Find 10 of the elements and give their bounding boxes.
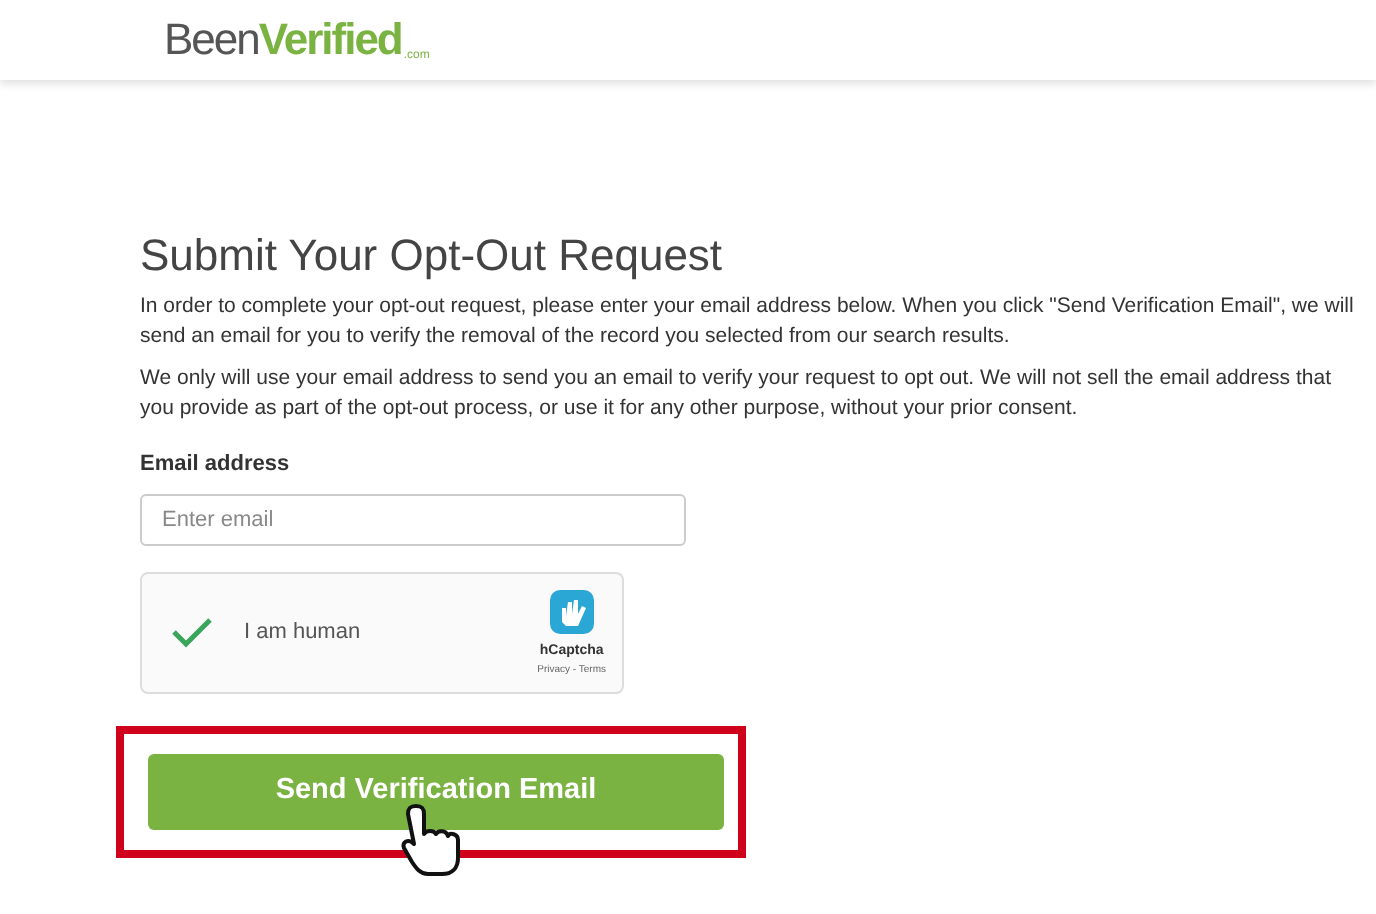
captcha-label: I am human [244,617,361,648]
hand-logo-icon [545,586,598,638]
logo-text: Been [164,18,259,62]
page-title: Submit Your Opt-Out Request [140,228,725,284]
check-icon[interactable] [170,616,214,648]
email-field[interactable]: Enter email [140,493,686,545]
paragraph: We only will use your email address to send you an email to verify your request to opt out. We will not sell the email address that you provide as part of the opt-out process, or use it for any other purpose, without your prior consent. [140,364,1333,424]
field-label: Email address [140,450,292,480]
paragraph: In order to complete your opt-out request, please enter your email address below. When you click "Send Verification Email", we will send an email for you to verify the removal of the record you selected from our search results. [140,292,1356,352]
logo-text: Verified [258,18,402,62]
